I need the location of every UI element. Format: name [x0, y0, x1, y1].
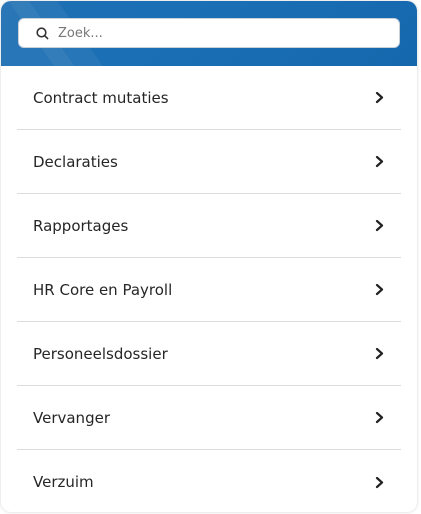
menu-item-declaraties[interactable]: Declaraties: [17, 130, 401, 194]
menu-item-rapportages[interactable]: Rapportages: [17, 194, 401, 258]
search-icon: [35, 26, 49, 40]
chevron-right-icon: [374, 155, 384, 169]
search-header: [1, 1, 417, 66]
navigation-panel: Contract mutaties Declaraties Rapportage…: [1, 1, 417, 512]
menu-item-label: Vervanger: [33, 408, 110, 427]
menu-item-label: HR Core en Payroll: [33, 280, 173, 299]
menu-list: Contract mutaties Declaraties Rapportage…: [17, 66, 401, 512]
chevron-right-icon: [374, 347, 384, 361]
menu-item-vervanger[interactable]: Vervanger: [17, 386, 401, 450]
chevron-right-icon: [374, 475, 384, 489]
menu-item-verzuim[interactable]: Verzuim: [17, 450, 401, 512]
chevron-right-icon: [374, 219, 384, 233]
menu-item-hr-core-en-payroll[interactable]: HR Core en Payroll: [17, 258, 401, 322]
menu-item-label: Declaraties: [33, 152, 118, 171]
menu-item-label: Verzuim: [33, 473, 94, 491]
menu-item-contract-mutaties[interactable]: Contract mutaties: [17, 66, 401, 130]
search-box[interactable]: [18, 18, 400, 48]
chevron-right-icon: [374, 411, 384, 425]
menu-item-label: Personeelsdossier: [33, 344, 168, 363]
menu-item-label: Rapportages: [33, 216, 129, 235]
chevron-right-icon: [374, 91, 384, 105]
menu-item-label: Contract mutaties: [33, 88, 169, 107]
search-input[interactable]: [58, 25, 378, 41]
menu-item-personeelsdossier[interactable]: Personeelsdossier: [17, 322, 401, 386]
chevron-right-icon: [374, 283, 384, 297]
